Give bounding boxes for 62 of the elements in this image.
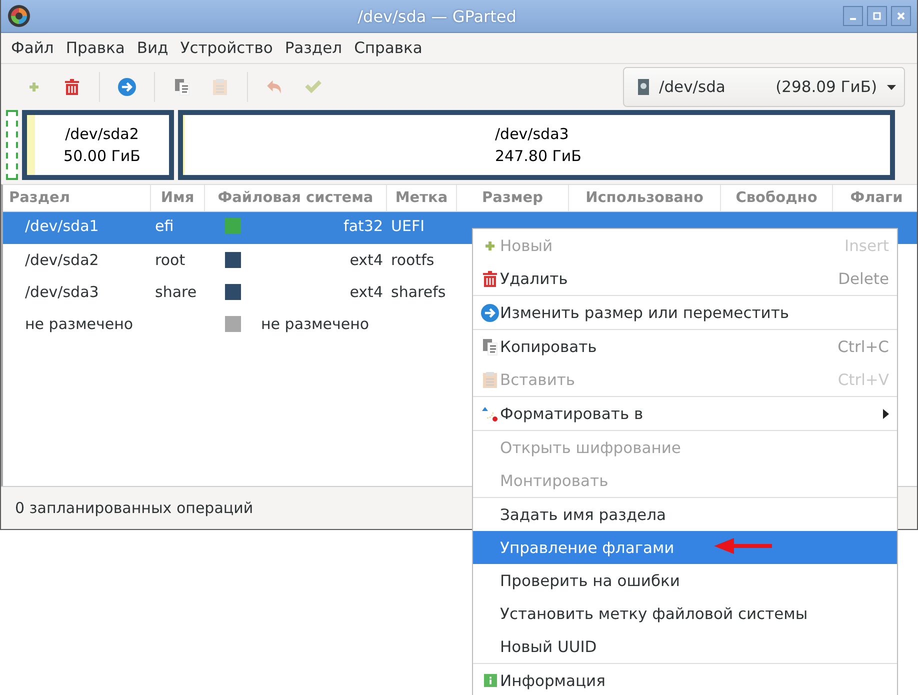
maximize-button[interactable] xyxy=(867,6,887,26)
table-cell-text: ext4 xyxy=(348,251,383,269)
table-cell-text: share xyxy=(154,283,198,301)
plus-icon xyxy=(28,81,40,93)
clipboard-icon xyxy=(212,78,228,96)
table-cell-text: root xyxy=(154,251,186,269)
menu-item[interactable]: Вид xyxy=(130,39,174,57)
arrow-circle-icon xyxy=(118,78,136,96)
table-cell-text: fat32 xyxy=(342,217,383,235)
window-title: /dev/sda — GParted xyxy=(356,6,518,26)
app-icon xyxy=(7,4,31,28)
plus-icon xyxy=(484,240,496,252)
table-cell-text: UEFI xyxy=(390,217,426,235)
context-menu-item[interactable]: Управление флагами xyxy=(473,531,897,564)
context-menu-item[interactable]: Новый UUID xyxy=(473,630,897,663)
undo-icon xyxy=(266,78,284,96)
context-menu-item[interactable]: Форматировать в xyxy=(473,397,897,430)
table-cell-text: efi xyxy=(154,217,175,235)
device-selector[interactable]: /dev/sda (298.09 ГиБ) xyxy=(623,67,905,107)
menu-item[interactable]: Правка xyxy=(60,39,131,57)
context-menu-item[interactable]: Копировать Ctrl+C xyxy=(473,330,897,363)
menu-item[interactable]: Устройство xyxy=(174,39,279,57)
partition-block[interactable]: /dev/sda2 50.00 ГиБ xyxy=(22,110,174,180)
trash-icon xyxy=(64,78,80,96)
context-menu-item[interactable]: Задать имя раздела xyxy=(473,498,897,531)
status-text: 0 запланированных операций xyxy=(15,499,254,517)
close-button[interactable] xyxy=(891,6,911,26)
partition-block[interactable]: /dev/sda3 247.80 ГиБ xyxy=(178,110,895,180)
context-menu-item[interactable]: Удалить Delete xyxy=(473,262,897,295)
partition-block[interactable] xyxy=(6,110,18,180)
minimize-button[interactable] xyxy=(843,6,863,26)
table-cell-text: /dev/sda3 xyxy=(24,283,100,301)
context-menu-item[interactable]: Изменить размер или переместить xyxy=(473,296,897,329)
context-menu-item[interactable]: Проверить на ошибки xyxy=(473,564,897,597)
table-cell-text: rootfs xyxy=(390,251,436,269)
clipboard-icon xyxy=(482,370,498,388)
menu-item[interactable]: Справка xyxy=(348,39,428,57)
context-menu-item[interactable]: Установить метку файловой системы xyxy=(473,597,897,630)
copy-icon xyxy=(482,338,498,356)
menu-item[interactable]: Файл xyxy=(5,39,60,57)
format-icon xyxy=(482,406,498,422)
trash-icon xyxy=(482,270,498,288)
checkmark-icon xyxy=(303,78,323,96)
table-cell-text: /dev/sda2 xyxy=(24,251,100,269)
table-cell-text: /dev/sda1 xyxy=(24,217,100,235)
copy-icon xyxy=(174,78,190,96)
table-cell-text: ext4 xyxy=(348,283,383,301)
table-cell-text: sharefs xyxy=(390,283,447,301)
partition-size: 247.80 ГиБ xyxy=(495,147,582,165)
context-menu-item[interactable]: Информация xyxy=(473,664,897,695)
dropdown-icon xyxy=(887,84,896,90)
table-cell-text: не размечено xyxy=(260,315,370,333)
menu-item[interactable]: Раздел xyxy=(278,39,348,57)
info-icon xyxy=(484,674,496,687)
pointer-arrow xyxy=(714,538,774,554)
maximize-icon xyxy=(873,12,881,20)
arrow-circle-icon xyxy=(481,304,499,322)
partition-name: /dev/sda3 xyxy=(495,125,569,143)
table-cell-text: не размечено xyxy=(24,315,134,333)
close-icon xyxy=(897,12,905,20)
partition-size: 50.00 ГиБ xyxy=(64,147,140,165)
partition-name: /dev/sda2 xyxy=(65,125,139,143)
